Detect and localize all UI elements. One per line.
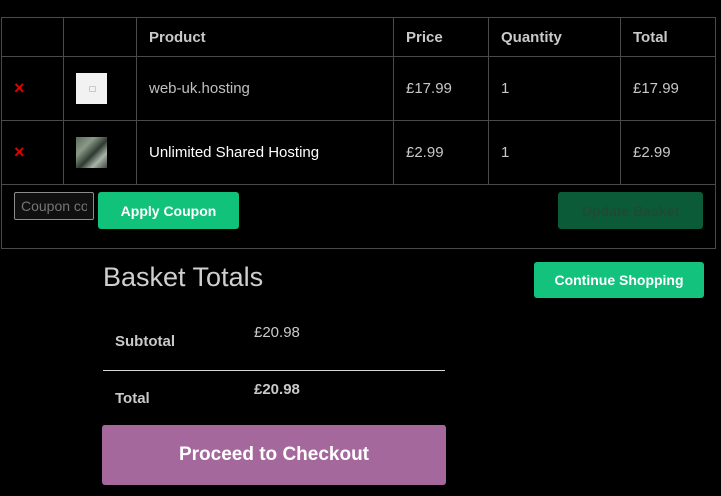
product-total: £2.99 bbox=[620, 120, 716, 185]
subtotal-value: £20.98 bbox=[254, 324, 300, 341]
subtotal-label: Subtotal bbox=[115, 332, 175, 350]
header-quantity: Quantity bbox=[488, 17, 621, 57]
cart-actions: Apply Coupon Update Basket bbox=[1, 184, 716, 249]
cart-row: × web-uk.hosting £17.99 1 £17.99 bbox=[1, 56, 716, 121]
remove-item-icon[interactable]: × bbox=[14, 78, 25, 98]
coupon-input[interactable] bbox=[14, 192, 94, 220]
header-product: Product bbox=[136, 17, 394, 57]
header-price: Price bbox=[393, 17, 489, 57]
product-quantity: 1 bbox=[488, 56, 621, 121]
cart-header-row: Product Price Quantity Total bbox=[1, 17, 716, 57]
cart-row: × Unlimited Shared Hosting £2.99 1 £2.99 bbox=[1, 120, 716, 185]
product-name[interactable]: Unlimited Shared Hosting bbox=[136, 120, 394, 185]
product-quantity: 1 bbox=[488, 120, 621, 185]
totals-table: Subtotal £20.98 Total £20.98 bbox=[103, 312, 445, 426]
header-total: Total bbox=[620, 17, 716, 57]
basket-totals-title: Basket Totals bbox=[103, 262, 264, 292]
subtotal-row: Subtotal £20.98 bbox=[103, 312, 445, 371]
header-thumbnail bbox=[63, 17, 137, 57]
update-basket-button[interactable]: Update Basket bbox=[558, 192, 703, 229]
product-thumbnail[interactable] bbox=[76, 137, 107, 168]
header-remove bbox=[1, 17, 64, 57]
cart-actions-row: Apply Coupon Update Basket bbox=[1, 184, 716, 249]
thumbnail-cell bbox=[63, 120, 137, 185]
continue-shopping-button[interactable]: Continue Shopping bbox=[534, 262, 704, 298]
total-row: Total £20.98 bbox=[103, 371, 445, 426]
product-name[interactable]: web-uk.hosting bbox=[136, 56, 394, 121]
product-price: £2.99 bbox=[393, 120, 489, 185]
remove-cell: × bbox=[1, 120, 64, 185]
product-price: £17.99 bbox=[393, 56, 489, 121]
cart-table: Product Price Quantity Total × web-uk.ho… bbox=[1, 17, 716, 249]
remove-cell: × bbox=[1, 56, 64, 121]
total-value: £20.98 bbox=[254, 381, 300, 398]
product-total: £17.99 bbox=[620, 56, 716, 121]
thumbnail-cell bbox=[63, 56, 137, 121]
apply-coupon-button[interactable]: Apply Coupon bbox=[98, 192, 239, 229]
total-label: Total bbox=[115, 389, 150, 407]
product-thumbnail[interactable] bbox=[76, 73, 107, 104]
proceed-to-checkout-button[interactable]: Proceed to Checkout bbox=[102, 425, 446, 485]
remove-item-icon[interactable]: × bbox=[14, 142, 25, 162]
